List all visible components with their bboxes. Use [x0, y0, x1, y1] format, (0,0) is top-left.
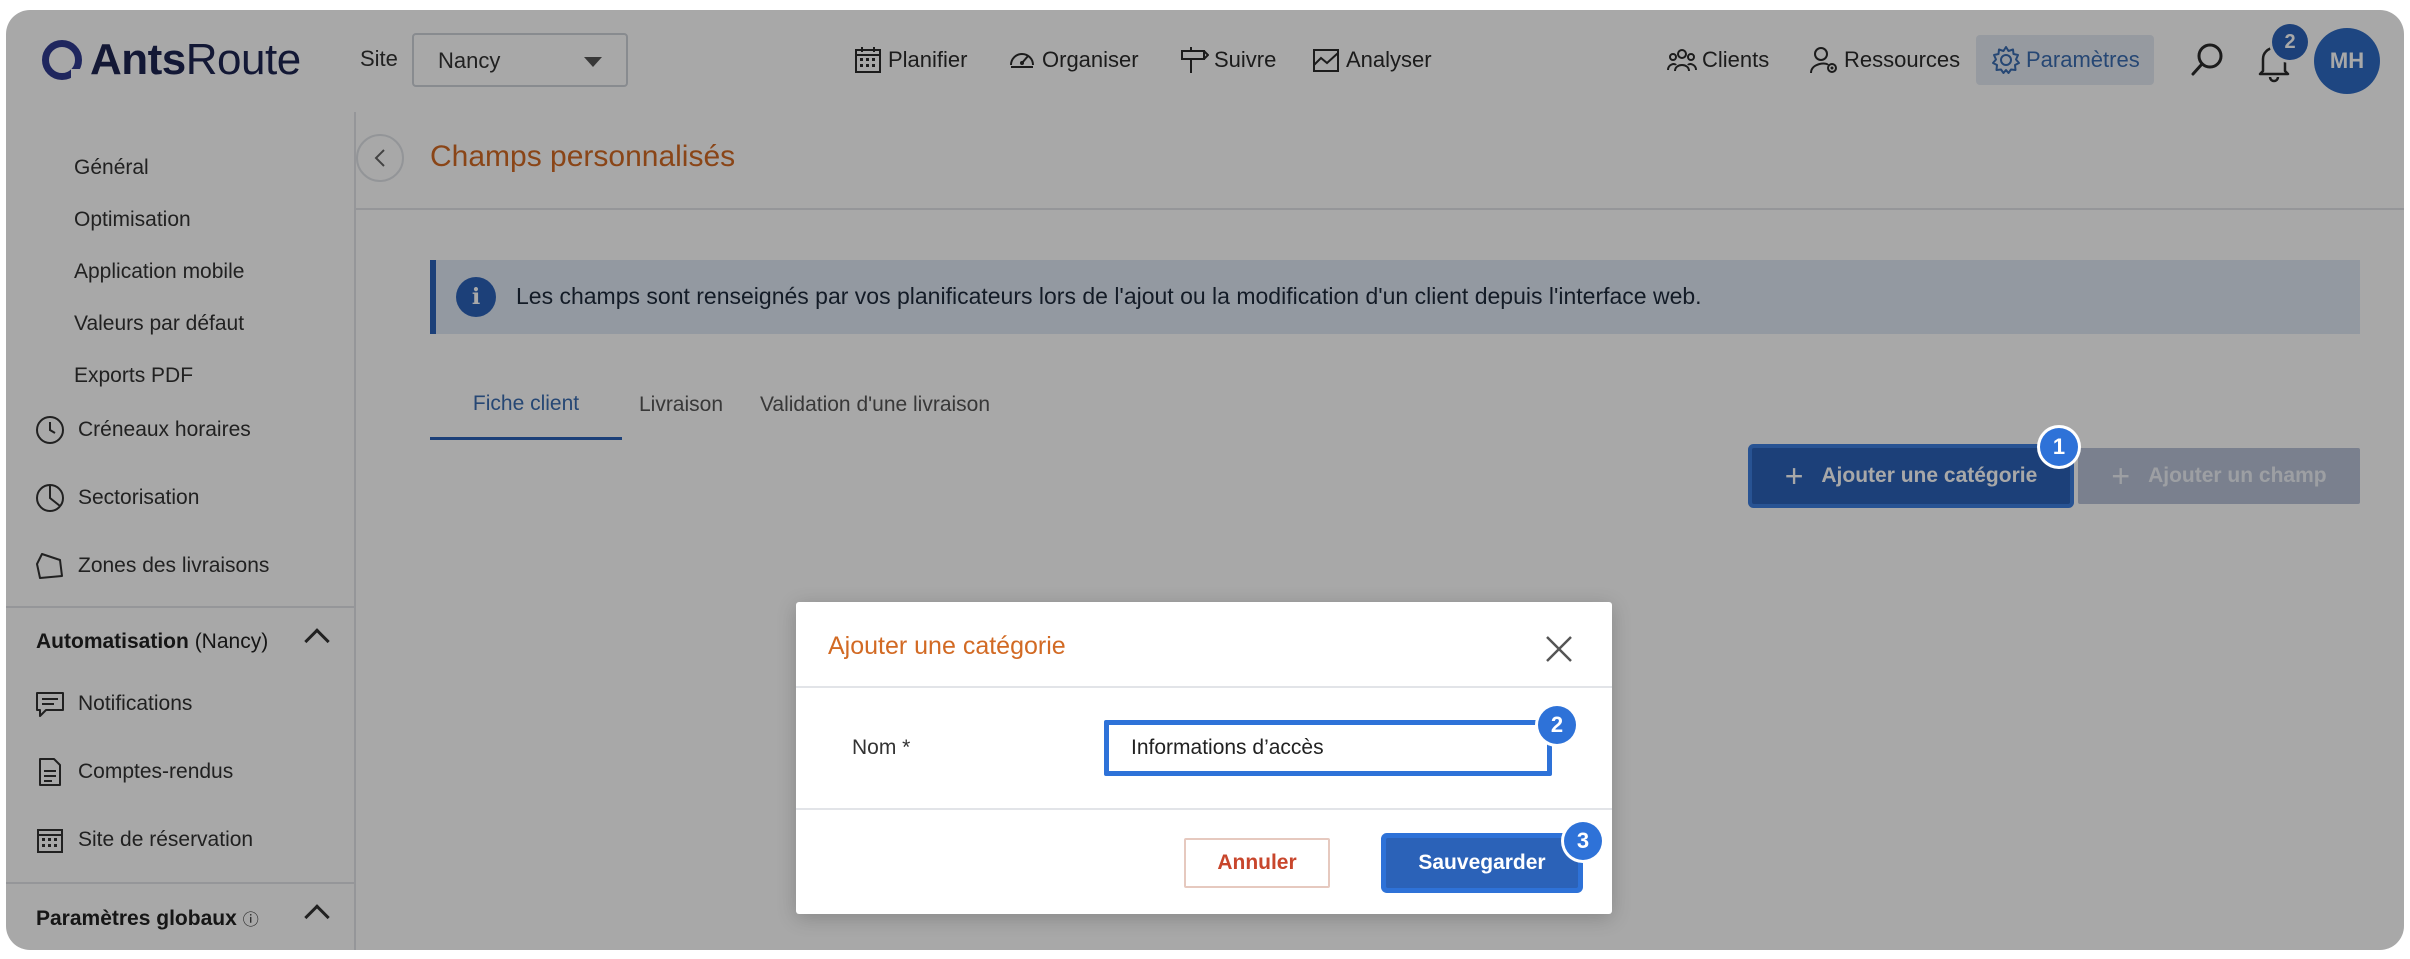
save-button[interactable]: Sauvegarder	[1386, 838, 1578, 888]
modal-divider	[796, 686, 1612, 688]
name-input[interactable]	[1104, 720, 1552, 776]
close-button[interactable]	[1542, 632, 1576, 666]
modal-divider	[796, 808, 1612, 810]
modal-title: Ajouter une catégorie	[828, 632, 1066, 660]
step-badge-2: 2	[1538, 706, 1576, 744]
close-icon	[1546, 636, 1572, 662]
add-category-modal: Ajouter une catégorie Nom * Annuler Sauv…	[796, 602, 1612, 914]
step-badge-1: 1	[2040, 428, 2078, 466]
step-badge-3: 3	[1564, 822, 1602, 860]
name-field-label: Nom *	[852, 736, 911, 759]
cancel-button[interactable]: Annuler	[1184, 838, 1330, 888]
app-window: AntsRoute Site Nancy Planifier Organiser…	[6, 10, 2404, 950]
